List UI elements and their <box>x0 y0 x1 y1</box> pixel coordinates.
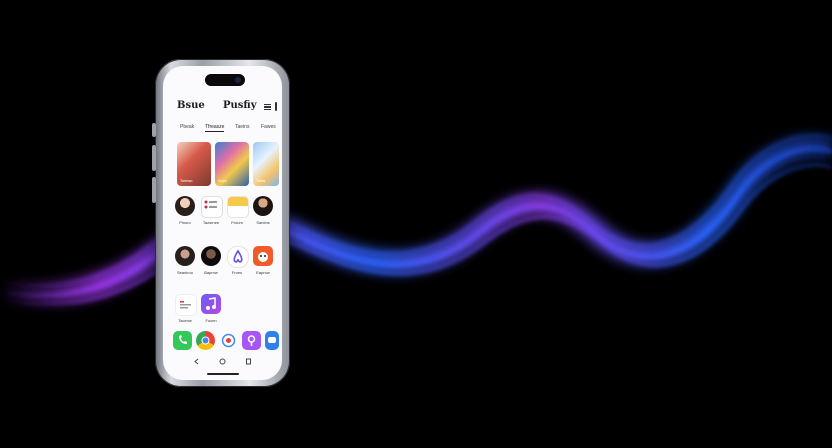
app-title-right: Pusfiy <box>223 100 257 111</box>
app-label: Fucnn <box>205 318 217 323</box>
messages-icon[interactable] <box>265 331 279 350</box>
volume-up-button[interactable] <box>152 145 156 171</box>
avatar-icon[interactable] <box>201 246 221 266</box>
tab-4[interactable]: Fawes <box>261 124 276 130</box>
app-label: Tazsrnee <box>202 220 220 225</box>
podcast-icon[interactable] <box>242 331 261 350</box>
tab-1[interactable]: Pbeak <box>180 124 194 130</box>
tab-3[interactable]: Taeins <box>235 124 249 130</box>
phone-screen: Bsue Pusfiy Pbeak Tfreasze Taeins Fawes … <box>163 66 282 380</box>
avatar-icon[interactable] <box>253 196 273 216</box>
app-label: Seaniroo <box>176 270 193 275</box>
app-icon-row: Pinoro Tazsrnee Froum Sarcins <box>163 196 282 236</box>
app-label: Baprnw <box>204 270 218 275</box>
target-icon[interactable] <box>219 331 238 350</box>
scene: Bsue Pusfiy Pbeak Tfreasze Taeins Fawes … <box>0 0 832 448</box>
featured-card[interactable]: Toiewo <box>177 142 211 186</box>
avatar-icon[interactable] <box>175 196 195 216</box>
light-wave-graphic <box>0 134 832 305</box>
camera-icon <box>235 77 241 83</box>
app-title-left: Bsue <box>177 100 205 111</box>
navigation-bar <box>163 356 282 370</box>
app-icon-row: Seaniroo Baprnw Froes Eaprow <box>163 246 282 286</box>
app-icon-row: Tacenw Fucnn <box>163 294 282 334</box>
app-label: Tacenw <box>178 318 192 323</box>
list-icon[interactable] <box>201 196 223 218</box>
card-caption: Toiss <box>256 178 266 183</box>
card-caption: Toiewo <box>180 178 193 183</box>
recents-icon[interactable] <box>245 358 252 365</box>
menu-icon[interactable] <box>264 104 271 110</box>
app-label: Sarcins <box>256 220 270 225</box>
card-caption: Alqsl <box>218 178 227 183</box>
home-indicator[interactable] <box>207 373 239 375</box>
action-button[interactable] <box>152 123 156 137</box>
home-icon[interactable] <box>219 358 226 365</box>
chrome-icon[interactable] <box>196 331 215 350</box>
app-header: Bsue Pusfiy <box>163 96 282 116</box>
more-icon[interactable] <box>275 102 277 111</box>
app-label: Froes <box>231 270 243 275</box>
app-label: Pinoro <box>179 220 191 225</box>
volume-down-button[interactable] <box>152 177 156 203</box>
music-icon[interactable] <box>201 294 221 314</box>
featured-card[interactable]: Toiss <box>253 142 279 186</box>
app-label: Eaprow <box>256 270 270 275</box>
airbnb-icon[interactable] <box>227 246 249 268</box>
featured-card[interactable]: Alqsl <box>215 142 249 186</box>
avatar-icon[interactable] <box>175 246 195 266</box>
back-icon[interactable] <box>193 358 200 365</box>
phone-icon[interactable] <box>173 331 192 350</box>
smartphone: Bsue Pusfiy Pbeak Tfreasze Taeins Fawes … <box>152 59 290 387</box>
tab-bar: Pbeak Tfreasze Taeins Fawes <box>163 122 282 136</box>
tab-2[interactable]: Tfreasze <box>205 124 225 132</box>
app-label: Froum <box>231 220 243 225</box>
text-widget-icon[interactable] <box>175 294 197 316</box>
notes-icon[interactable] <box>227 196 249 218</box>
mascot-icon[interactable] <box>253 246 273 266</box>
dynamic-island <box>205 74 245 86</box>
